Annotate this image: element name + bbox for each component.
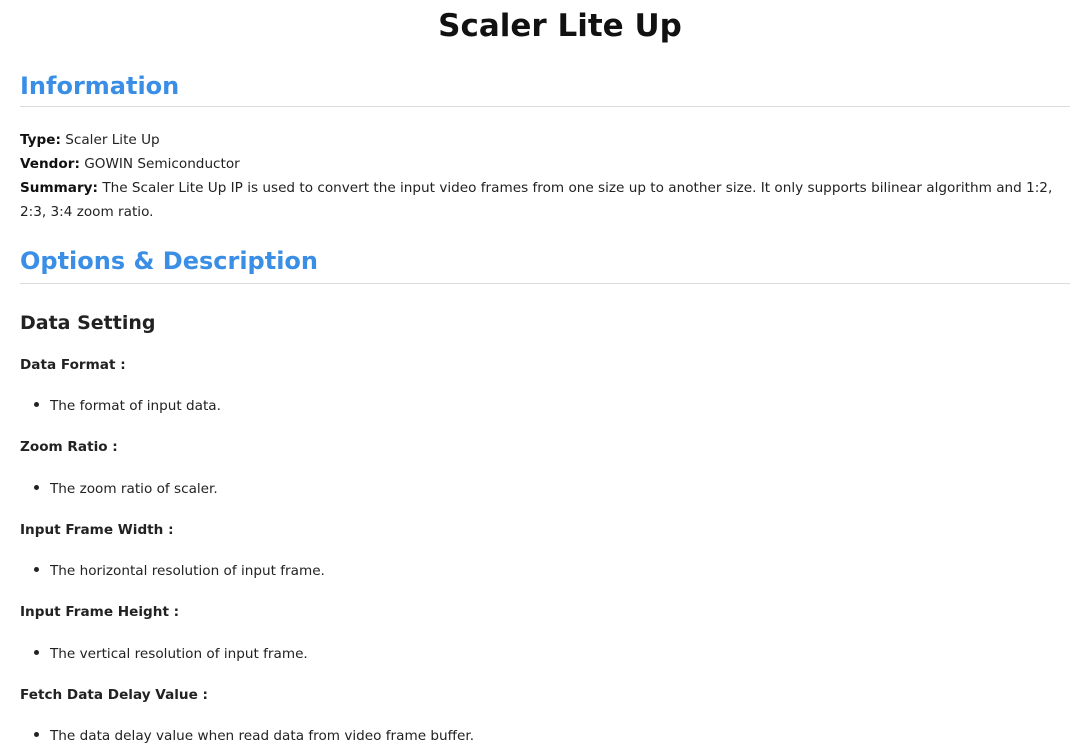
option-label: Input Frame Width : <box>20 522 174 538</box>
type-label: Type: <box>20 132 61 148</box>
option-label: Data Format : <box>20 357 126 373</box>
page-title: Scaler Lite Up <box>438 8 682 44</box>
bullet-dot-icon <box>34 401 39 407</box>
section-divider <box>20 283 1070 284</box>
option-description: The format of input data. <box>34 396 221 416</box>
option-description: The zoom ratio of scaler. <box>34 479 218 499</box>
bullet-dot-icon <box>34 649 39 655</box>
vendor-label: Vendor: <box>20 156 80 172</box>
option-description: The data delay value when read data from… <box>34 726 474 746</box>
document-page: Scaler Lite Up Information Type: Scaler … <box>0 0 1075 747</box>
group-title-data-setting: Data Setting <box>20 312 156 334</box>
section-heading-information: Information <box>20 72 180 100</box>
bullet-dot-icon <box>34 731 39 737</box>
option-label: Zoom Ratio : <box>20 439 118 455</box>
type-row: Type: Scaler Lite Up <box>20 128 1072 152</box>
vendor-value: GOWIN Semiconductor <box>84 156 240 172</box>
option-description: The vertical resolution of input frame. <box>34 644 308 664</box>
option-description: The horizontal resolution of input frame… <box>34 561 325 581</box>
bullet-dot-icon <box>34 566 39 572</box>
option-label: Fetch Data Delay Value : <box>20 687 208 703</box>
summary-row: Summary: The Scaler Lite Up IP is used t… <box>20 176 1072 224</box>
summary-label: Summary: <box>20 180 98 196</box>
type-value: Scaler Lite Up <box>65 132 160 148</box>
summary-value: The Scaler Lite Up IP is used to convert… <box>20 180 1053 220</box>
vendor-row: Vendor: GOWIN Semiconductor <box>20 152 1072 176</box>
section-divider <box>20 106 1070 107</box>
section-heading-options: Options & Description <box>20 247 319 275</box>
information-block: Type: Scaler Lite Up Vendor: GOWIN Semic… <box>20 128 1072 224</box>
bullet-dot-icon <box>34 484 39 490</box>
option-label: Input Frame Height : <box>20 604 180 620</box>
